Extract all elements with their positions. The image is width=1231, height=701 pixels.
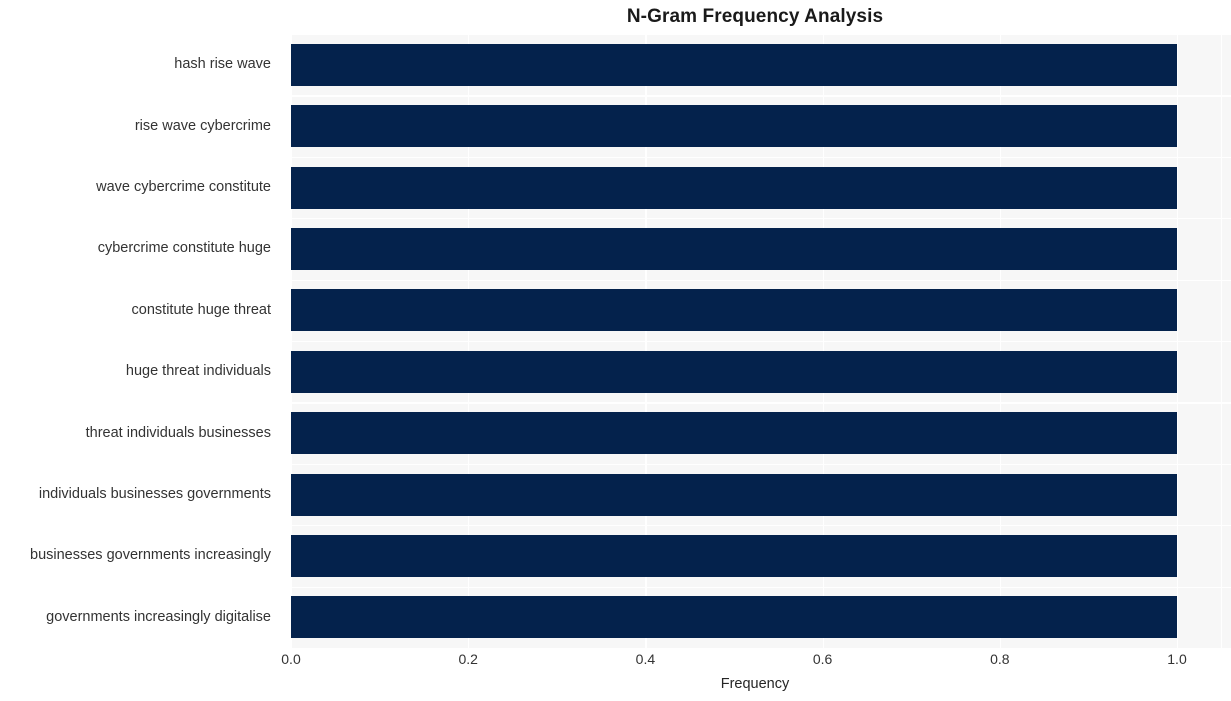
bar — [291, 227, 1177, 270]
y-axis-tick-label: wave cybercrime constitute — [96, 179, 271, 195]
horizontal-gridline — [291, 279, 1231, 281]
bar — [291, 105, 1177, 148]
horizontal-gridline — [291, 156, 1231, 159]
x-axis-tick-label: 0.8 — [990, 651, 1010, 667]
y-axis-tick-label: constitute huge threat — [131, 301, 271, 318]
x-axis-tick-label: 0.0 — [281, 651, 301, 667]
x-axis-tick-label: 0.4 — [635, 651, 656, 667]
ngram-frequency-chart: N-Gram Frequency Analysis hash rise wave… — [0, 0, 1231, 701]
x-axis-tick-label: 1.0 — [1167, 651, 1187, 667]
vertical-gridline — [1177, 34, 1179, 648]
horizontal-gridline — [291, 525, 1231, 527]
bar — [291, 289, 1177, 332]
x-axis-tick-label: 0.6 — [812, 651, 833, 667]
horizontal-gridline — [291, 34, 1231, 36]
plot-area — [291, 34, 1231, 648]
bar — [291, 43, 1177, 86]
y-axis-tick-label: rise wave cybercrime — [134, 117, 271, 134]
horizontal-gridline — [291, 463, 1231, 466]
y-axis-tick-label: threat individuals businesses — [85, 424, 271, 441]
x-axis-title: Frequency — [720, 676, 790, 692]
horizontal-gridline — [291, 218, 1231, 220]
bar — [291, 596, 1177, 639]
bar — [291, 412, 1177, 455]
bar — [291, 350, 1177, 393]
horizontal-gridline — [291, 95, 1231, 97]
horizontal-gridline — [291, 402, 1231, 404]
bar — [291, 166, 1177, 209]
y-axis-tick-labels: hash rise wave rise wave cybercrime wave c… — [0, 34, 281, 648]
vertical-gridline — [1221, 34, 1223, 648]
y-axis-tick-label: cybercrime constitute huge — [97, 240, 271, 257]
y-axis-tick-label: huge threat individuals — [125, 363, 271, 380]
x-axis-tick-label: 0.2 — [458, 651, 478, 667]
y-axis-tick-label: governments increasingly digitalise — [46, 608, 271, 625]
y-axis-tick-label: hash rise wave — [174, 56, 271, 73]
horizontal-gridline — [291, 341, 1231, 343]
y-axis-tick-label: businesses governments increasingly — [30, 547, 271, 564]
bar — [291, 534, 1177, 577]
horizontal-gridline — [291, 586, 1231, 588]
x-axis-tick-labels: 0.0 0.2 0.4 0.6 0.8 1.0 — [0, 651, 1231, 671]
y-axis-tick-label: individuals businesses governments — [38, 486, 271, 502]
bar — [291, 473, 1177, 516]
chart-title: N-Gram Frequency Analysis — [626, 6, 884, 27]
